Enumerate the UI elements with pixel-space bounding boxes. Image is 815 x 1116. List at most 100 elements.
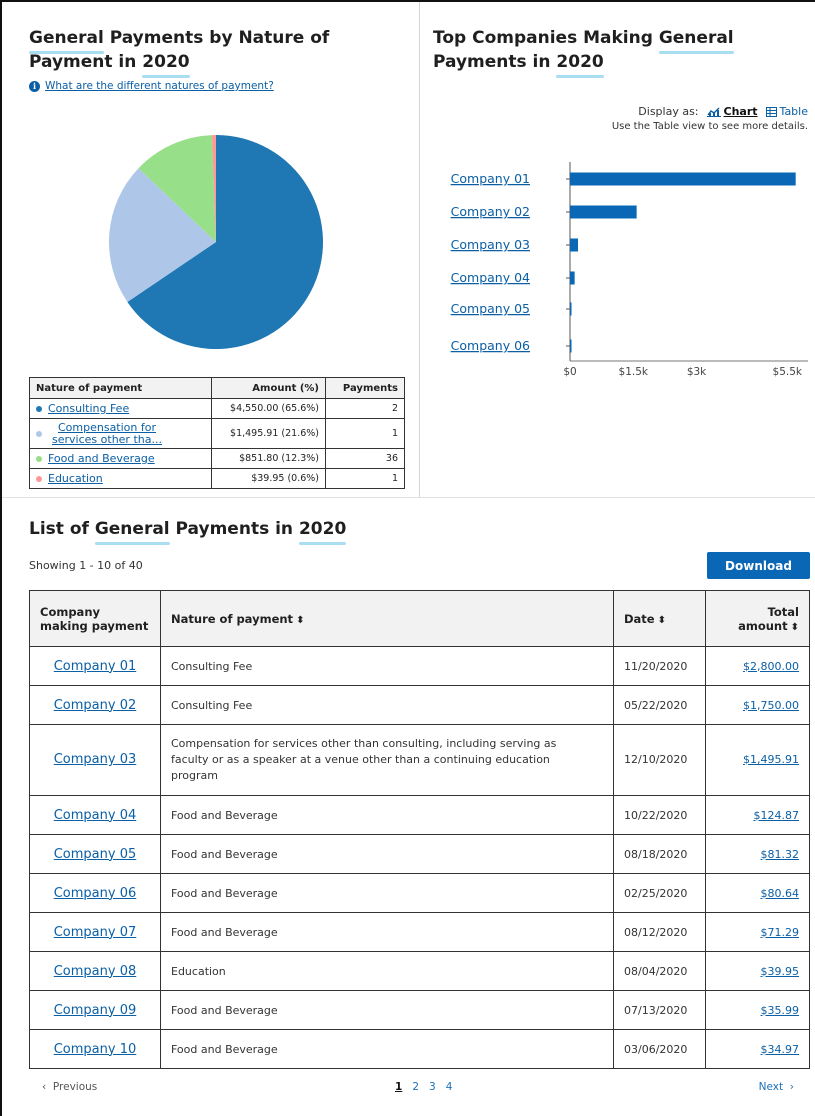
top-companies-bar-chart: Company 01 Company 02 Company 03 Company 04… xyxy=(451,162,808,378)
table-row: Company 09 Food and Beverage 07/13/2020 $35… xyxy=(29,990,810,1030)
amount-link[interactable]: $81.32 xyxy=(761,848,800,861)
nature-cell: Education xyxy=(160,951,614,991)
sort-icon[interactable]: ⬍ xyxy=(296,615,304,626)
table-row: Company 05 Food and Beverage 08/18/2020 $81… xyxy=(29,834,810,874)
company-link[interactable]: Company 04 xyxy=(54,808,137,823)
company-bar-label[interactable]: Company 01 xyxy=(451,171,530,186)
company-link[interactable]: Company 09 xyxy=(54,1003,137,1018)
table-row: Company 01 Consulting Fee 11/20/2020 $2,800… xyxy=(29,646,810,686)
company-link[interactable]: Company 06 xyxy=(54,886,137,901)
company-link[interactable]: Company 07 xyxy=(54,925,137,940)
amount-link[interactable]: $124.87 xyxy=(754,809,800,822)
amount-header: Amount (%) xyxy=(211,377,326,399)
nature-cell: Food and Beverage xyxy=(160,990,614,1030)
natures-info-link[interactable]: i What are the different natures of paym… xyxy=(29,80,274,92)
amount-link[interactable]: $71.29 xyxy=(761,926,800,939)
nature-cell: Compensation for services other than con… xyxy=(160,724,614,796)
company-bar[interactable] xyxy=(570,172,796,186)
company-bar[interactable] xyxy=(570,339,572,353)
table-row: Education $39.95 (0.6%) 1 xyxy=(29,468,405,489)
info-icon: i xyxy=(29,80,40,92)
company-link[interactable]: Company 03 xyxy=(54,752,137,767)
nature-cell: Food and Beverage xyxy=(160,1029,614,1069)
table-view-option[interactable]: Table xyxy=(765,105,808,118)
company-bar-label[interactable]: Company 02 xyxy=(451,204,530,219)
section-divider xyxy=(2,497,815,498)
sort-icon[interactable]: ⬍ xyxy=(791,622,799,633)
chart-view-option[interactable]: Chart xyxy=(706,105,758,118)
payments-cell: 2 xyxy=(325,398,405,419)
page-link-1[interactable]: 1 xyxy=(395,1081,402,1093)
company-bar-label[interactable]: Company 04 xyxy=(451,270,530,285)
x-tick-label: $1.5k xyxy=(619,366,649,378)
nature-cell: Food and Beverage xyxy=(160,873,614,913)
payments-cell: 1 xyxy=(325,418,405,449)
nature-link[interactable]: Education xyxy=(48,472,103,485)
date-cell: 08/04/2020 xyxy=(613,951,706,991)
table-row: Company 07 Food and Beverage 08/12/2020 $71… xyxy=(29,912,810,952)
display-as-label: Display as: xyxy=(638,105,699,118)
date-cell: 05/22/2020 xyxy=(613,685,706,725)
next-page-button[interactable]: Next › xyxy=(759,1081,794,1093)
table-row: Food and Beverage $851.80 (12.3%) 36 xyxy=(29,448,405,469)
amount-header[interactable]: Total amount ⬍ xyxy=(705,590,810,647)
table-row: Compensation for services other tha... $… xyxy=(29,418,405,449)
table-row: Company 02 Consulting Fee 05/22/2020 $1,750… xyxy=(29,685,810,725)
company-bar[interactable] xyxy=(570,205,637,219)
company-bar-label[interactable]: Company 05 xyxy=(451,301,530,316)
company-link[interactable]: Company 02 xyxy=(54,698,137,713)
amount-cell: $851.80 (12.3%) xyxy=(211,448,326,469)
page-link-4[interactable]: 4 xyxy=(446,1081,453,1093)
amount-link[interactable]: $35.99 xyxy=(761,1004,800,1017)
x-tick-label: $5.5k xyxy=(773,366,803,378)
sort-icon[interactable]: ⬍ xyxy=(658,615,666,626)
nature-link[interactable]: Compensation for services other tha... xyxy=(48,421,166,446)
table-row: Consulting Fee $4,550.00 (65.6%) 2 xyxy=(29,398,405,419)
legend-dot xyxy=(36,405,42,412)
date-header[interactable]: Date ⬍ xyxy=(613,590,706,647)
nature-chart-title: General Payments by Nature of Payment in… xyxy=(29,28,330,78)
panel-divider xyxy=(419,2,420,497)
page-link-3[interactable]: 3 xyxy=(429,1081,436,1093)
nature-cell: Consulting Fee xyxy=(160,646,614,686)
payments-cell: 36 xyxy=(325,448,405,469)
amount-link[interactable]: $80.64 xyxy=(761,887,800,900)
table-icon xyxy=(765,106,777,117)
company-bar[interactable] xyxy=(570,302,572,316)
date-cell: 03/06/2020 xyxy=(613,1029,706,1069)
nature-header[interactable]: Nature of payment ⬍ xyxy=(160,590,614,647)
date-cell: 08/18/2020 xyxy=(613,834,706,874)
company-link[interactable]: Company 10 xyxy=(54,1042,137,1057)
nature-link[interactable]: Consulting Fee xyxy=(48,402,129,415)
x-tick-label: $0 xyxy=(563,366,576,378)
amount-link[interactable]: $2,800.00 xyxy=(743,660,799,673)
table-row: Company 06 Food and Beverage 02/25/2020 $80… xyxy=(29,873,810,913)
nature-header: Nature of payment xyxy=(29,377,212,399)
nature-table: Nature of payment Amount (%) Payments Co… xyxy=(29,377,405,489)
company-link[interactable]: Company 01 xyxy=(54,659,137,674)
date-cell: 08/12/2020 xyxy=(613,912,706,952)
nature-link[interactable]: Food and Beverage xyxy=(48,452,155,465)
results-count: Showing 1 - 10 of 40 xyxy=(29,559,143,572)
legend-dot xyxy=(36,475,42,482)
page-numbers: 1 2 3 4 xyxy=(395,1081,452,1093)
nature-pie-chart xyxy=(109,135,323,349)
chart-icon xyxy=(706,107,721,117)
amount-link[interactable]: $1,495.91 xyxy=(743,753,799,766)
companies-chart-title: Top Companies Making General Payments in… xyxy=(433,28,734,78)
company-link[interactable]: Company 05 xyxy=(54,847,137,862)
amount-link[interactable]: $1,750.00 xyxy=(743,699,799,712)
company-bar[interactable] xyxy=(570,238,579,252)
download-button[interactable]: Download xyxy=(707,552,810,579)
payments-cell: 1 xyxy=(325,468,405,489)
amount-cell: $39.95 (0.6%) xyxy=(211,468,326,489)
company-bar[interactable] xyxy=(570,271,575,285)
amount-link[interactable]: $39.95 xyxy=(761,965,800,978)
page-link-2[interactable]: 2 xyxy=(412,1081,419,1093)
list-title: List of General Payments in 2020 xyxy=(29,519,347,545)
company-link[interactable]: Company 08 xyxy=(54,964,137,979)
company-bar-label[interactable]: Company 03 xyxy=(451,237,530,252)
amount-link[interactable]: $34.97 xyxy=(761,1043,800,1056)
company-bar-label[interactable]: Company 06 xyxy=(451,338,530,353)
previous-page-button[interactable]: ‹ Previous xyxy=(42,1081,97,1093)
